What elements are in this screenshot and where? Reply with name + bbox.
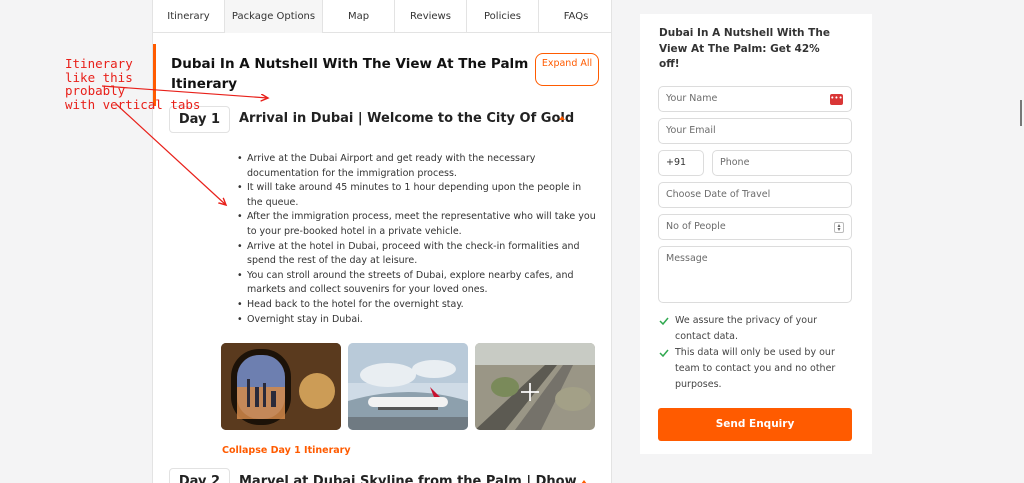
stepper-icon[interactable]: ▴ ▾	[834, 222, 844, 233]
email-field[interactable]: Your Email	[658, 118, 852, 144]
name-field[interactable]: Your Name •••	[658, 86, 852, 112]
usage-assurance: This data will only be used by our team …	[659, 345, 839, 393]
arrow-to-list	[115, 103, 226, 205]
arrow-to-title	[101, 85, 268, 98]
form-title: Dubai In A Nutshell With The View At The…	[659, 27, 830, 70]
people-count-field[interactable]: No of People ▴ ▾	[658, 214, 852, 240]
phone-field[interactable]: Phone	[712, 150, 852, 176]
travel-date-field[interactable]: Choose Date of Travel	[658, 182, 852, 208]
email-placeholder: Your Email	[666, 125, 716, 136]
check-icon	[659, 349, 669, 358]
send-enquiry-button[interactable]: Send Enquiry	[658, 408, 852, 441]
privacy-assurance: We assure the privacy of your contact da…	[659, 313, 839, 345]
scrollbar[interactable]	[1020, 100, 1022, 126]
privacy-assurance-text: We assure the privacy of your contact da…	[675, 315, 818, 342]
phone-placeholder: Phone	[720, 157, 750, 168]
country-code-value: +91	[666, 157, 687, 168]
people-count-placeholder: No of People	[666, 221, 726, 232]
check-icon	[659, 317, 669, 326]
message-placeholder: Message	[666, 253, 708, 264]
enquiry-form: Dubai In A Nutshell With The View At The…	[640, 14, 872, 454]
name-placeholder: Your Name	[666, 93, 718, 104]
password-manager-icon[interactable]: •••	[830, 94, 843, 105]
country-code-field[interactable]: +91	[658, 150, 704, 176]
travel-date-placeholder: Choose Date of Travel	[666, 189, 771, 200]
usage-assurance-text: This data will only be used by our team …	[675, 347, 836, 390]
message-field[interactable]: Message	[658, 246, 852, 303]
